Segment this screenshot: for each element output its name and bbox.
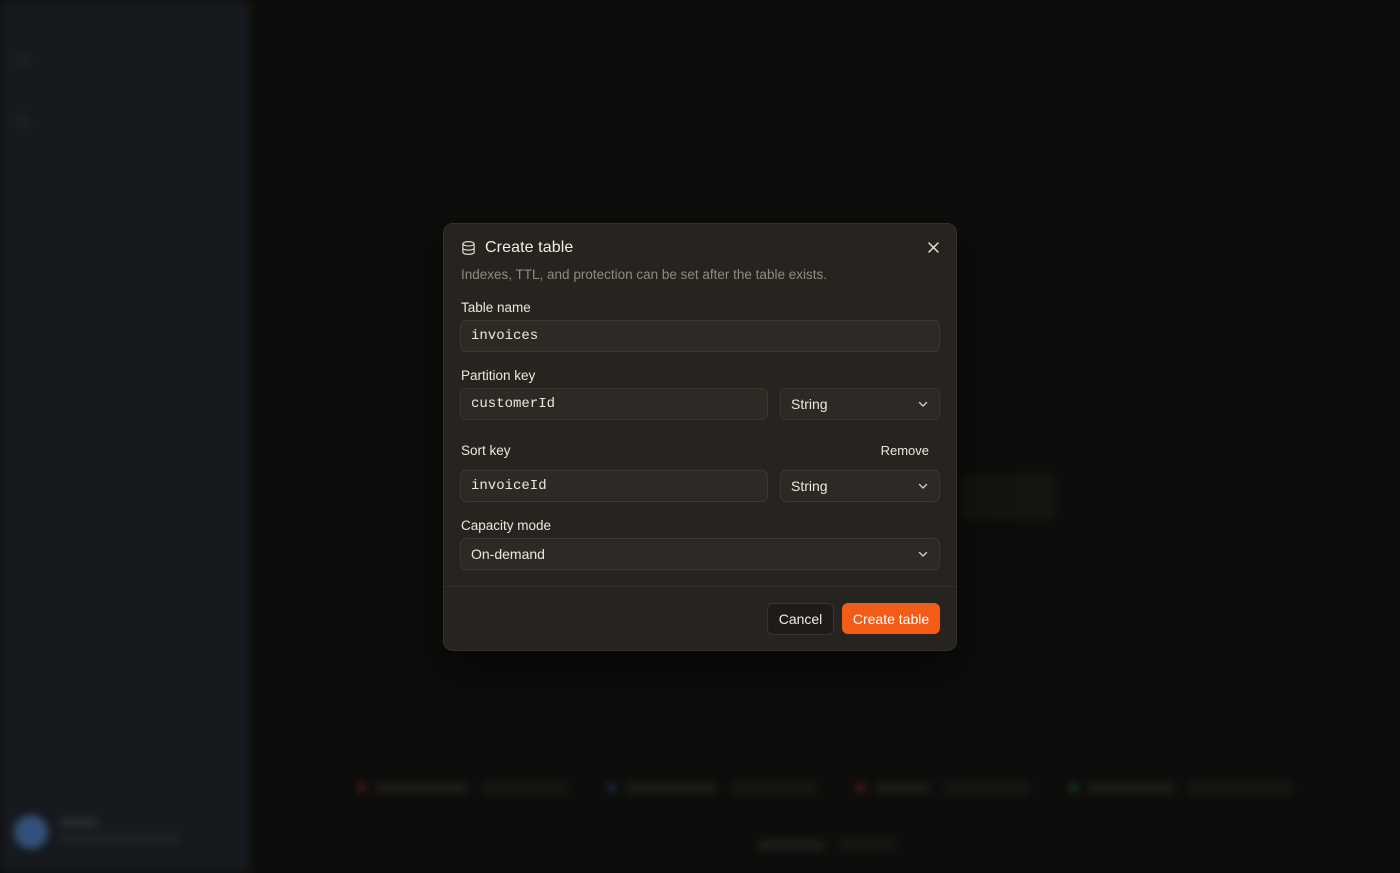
- dialog-description: Indexes, TTL, and protection can be set …: [461, 267, 827, 282]
- partition-key-input[interactable]: [471, 396, 757, 412]
- capacity-mode-label: Capacity mode: [461, 518, 552, 533]
- partition-key-type-value: String: [791, 396, 828, 412]
- partition-key-type-select[interactable]: String: [780, 388, 940, 420]
- sort-key-type-select[interactable]: String: [780, 470, 940, 502]
- dialog-header: Create table: [461, 239, 573, 257]
- partition-key-label: Partition key: [461, 368, 536, 383]
- create-table-button[interactable]: Create table: [842, 603, 940, 634]
- table-name-field[interactable]: [460, 320, 940, 352]
- capacity-mode-select[interactable]: On-demand: [460, 538, 940, 570]
- database-icon: [462, 241, 475, 255]
- close-icon: [927, 241, 939, 253]
- partition-key-field[interactable]: [460, 388, 768, 420]
- sort-key-input[interactable]: [471, 478, 757, 494]
- footer-divider: [444, 586, 956, 587]
- sort-key-type-value: String: [791, 478, 828, 494]
- table-name-label: Table name: [461, 300, 531, 315]
- sort-key-field[interactable]: [460, 470, 768, 502]
- remove-sort-key-button[interactable]: Remove: [881, 443, 929, 458]
- chevron-down-icon: [918, 401, 928, 407]
- chevron-down-icon: [918, 483, 928, 489]
- dialog-title: Create table: [485, 239, 574, 256]
- chevron-down-icon: [918, 551, 928, 557]
- sort-key-label: Sort key: [461, 443, 511, 458]
- capacity-mode-value: On-demand: [471, 546, 545, 562]
- close-button[interactable]: [923, 237, 943, 257]
- create-table-dialog: Create table Indexes, TTL, and protectio…: [443, 223, 957, 651]
- table-name-input[interactable]: [471, 328, 929, 344]
- cancel-button[interactable]: Cancel: [767, 603, 834, 635]
